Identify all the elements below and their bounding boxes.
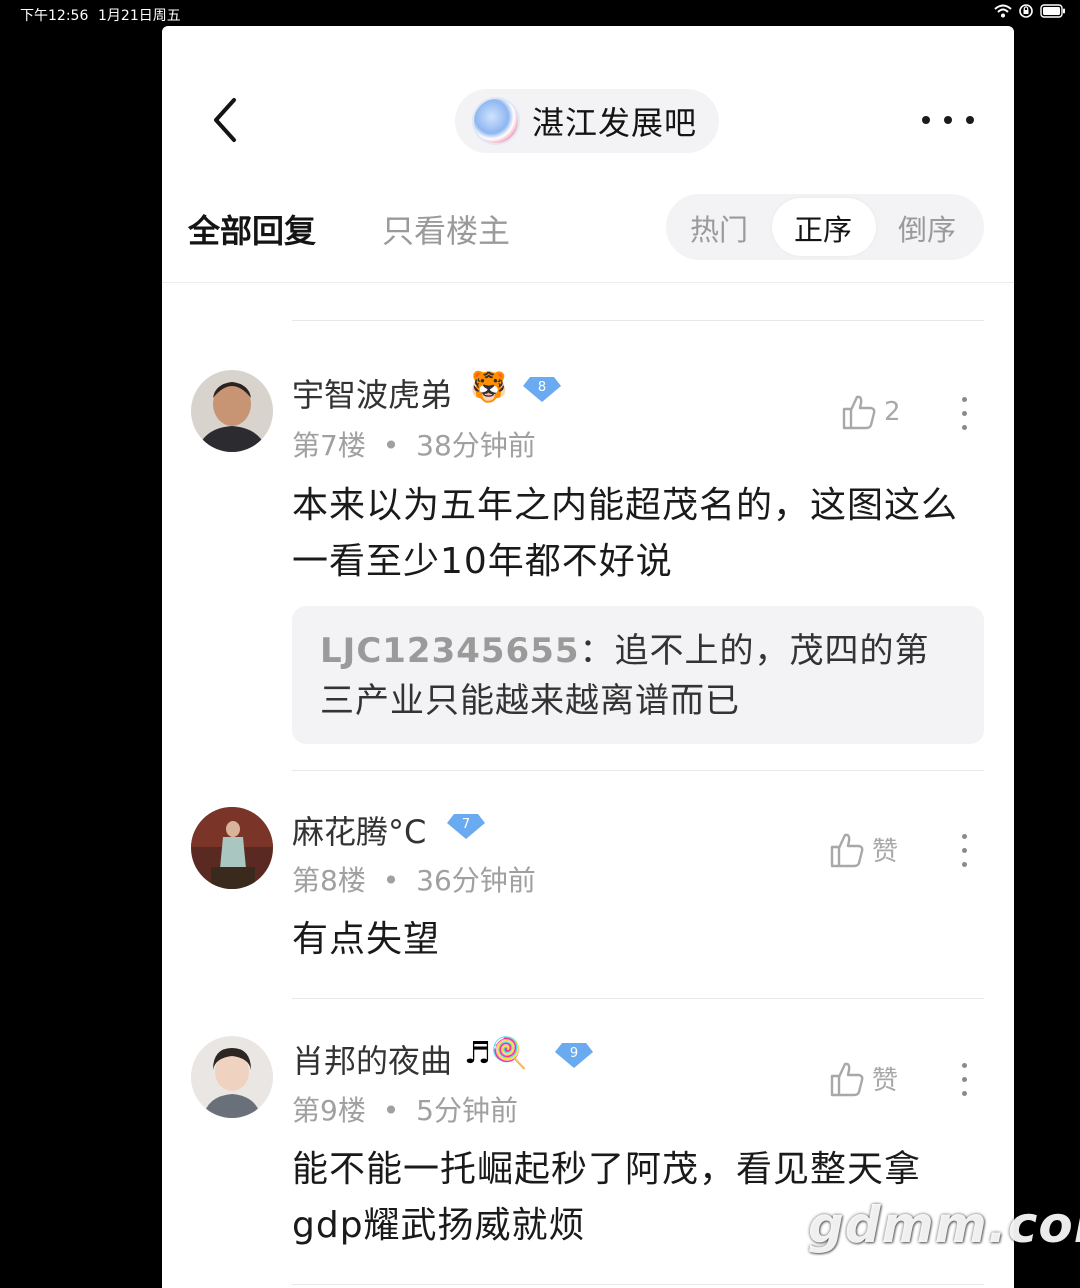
meta-separator: • [382, 429, 400, 462]
more-vertical-icon [961, 834, 967, 839]
floor-number: 第8楼 [292, 864, 366, 897]
post-divider [292, 998, 984, 999]
status-time: 下午12:56 [20, 8, 89, 24]
battery-icon [1040, 4, 1065, 18]
sort-toggle: 热门 正序 倒序 [666, 194, 984, 260]
back-button[interactable] [206, 96, 246, 146]
avatar[interactable] [191, 807, 273, 889]
more-vertical-icon [961, 397, 967, 402]
watermark: gdmm.com [808, 1196, 1080, 1254]
svg-text:9: 9 [570, 1046, 578, 1061]
sort-hot[interactable]: 热门 [690, 207, 748, 249]
level-badge: 9 [555, 1043, 593, 1068]
user-photo-avatar [191, 370, 273, 452]
rotation-lock-icon [1019, 4, 1033, 18]
username[interactable]: 宇智波虎弟 [292, 370, 452, 416]
post-time: 36分钟前 [416, 864, 536, 897]
reply-username[interactable]: LJC12345655 [320, 631, 580, 671]
floor-number: 第9楼 [292, 1094, 366, 1127]
thumbs-up-icon [842, 395, 876, 430]
post-divider [292, 770, 984, 771]
forum-title-pill[interactable]: 湛江发展吧 [455, 89, 719, 153]
post-time: 38分钟前 [416, 429, 536, 462]
post-meta: 第7楼 • 38分钟前 [292, 424, 536, 464]
avatar[interactable] [191, 370, 273, 452]
chevron-left-icon [214, 98, 236, 142]
sort-descending[interactable]: 倒序 [898, 207, 956, 249]
post-divider [292, 320, 984, 321]
more-horizontal-icon [922, 116, 930, 124]
wifi-icon [994, 4, 1012, 18]
svg-text:8: 8 [538, 380, 546, 395]
more-options-button[interactable] [922, 108, 974, 132]
post-more-button[interactable] [954, 831, 974, 871]
nested-reply[interactable]: LJC12345655：追不上的，茂四的第三产业只能越来越离谱而已 [292, 606, 984, 744]
post-content: 本来以为五年之内能超茂名的，这图这么一看至少10年都不好说 [292, 485, 959, 582]
forum-avatar [472, 97, 520, 145]
sort-ascending[interactable]: 正序 [794, 207, 852, 249]
user-photo-avatar [191, 1036, 273, 1118]
user-emoji: 🐯 [470, 370, 508, 405]
tab-owner-only[interactable]: 只看楼主 [382, 206, 510, 252]
status-icons [994, 3, 1066, 19]
post-divider [292, 1284, 984, 1285]
post-more-button[interactable] [954, 1060, 974, 1100]
forum-name: 湛江发展吧 [532, 104, 698, 142]
more-vertical-icon [961, 1063, 967, 1068]
level-badge: 8 [523, 377, 561, 402]
like-button[interactable]: 赞 [830, 1060, 898, 1097]
meta-separator: • [382, 1094, 400, 1127]
username[interactable]: 麻花腾°C [292, 807, 426, 853]
thumbs-up-icon [830, 1062, 864, 1096]
post-meta: 第8楼 • 36分钟前 [292, 859, 536, 899]
like-button[interactable]: 赞 [830, 831, 898, 868]
username[interactable]: 肖邦的夜曲 [292, 1036, 452, 1082]
floor-number: 第7楼 [292, 429, 366, 462]
thread-page: 湛江发展吧 全部回复 只看楼主 热门 正序 倒序 宇智波虎弟 🐯 8 第7楼 •… [162, 26, 1014, 1288]
like-label: 赞 [872, 837, 899, 867]
like-label: 赞 [872, 1066, 899, 1096]
avatar[interactable] [191, 1036, 273, 1118]
user-emoji: ♬🍭 [464, 1036, 529, 1071]
status-bar: 下午12:56 1月21日周五 [0, 0, 1080, 26]
user-photo-avatar [191, 807, 273, 889]
svg-text:7: 7 [462, 817, 470, 832]
status-date: 1月21日周五 [98, 8, 181, 24]
header-divider [162, 282, 1014, 283]
post-content: 有点失望 [292, 919, 441, 960]
like-button[interactable]: 2 [842, 394, 901, 430]
meta-separator: • [382, 864, 400, 897]
post-time: 5分钟前 [416, 1094, 518, 1127]
tab-all-replies[interactable]: 全部回复 [188, 206, 316, 252]
like-count: 2 [884, 397, 901, 427]
level-badge: 7 [447, 814, 485, 839]
post-meta: 第9楼 • 5分钟前 [292, 1089, 518, 1129]
post-more-button[interactable] [954, 394, 974, 434]
thumbs-up-icon [830, 833, 864, 867]
